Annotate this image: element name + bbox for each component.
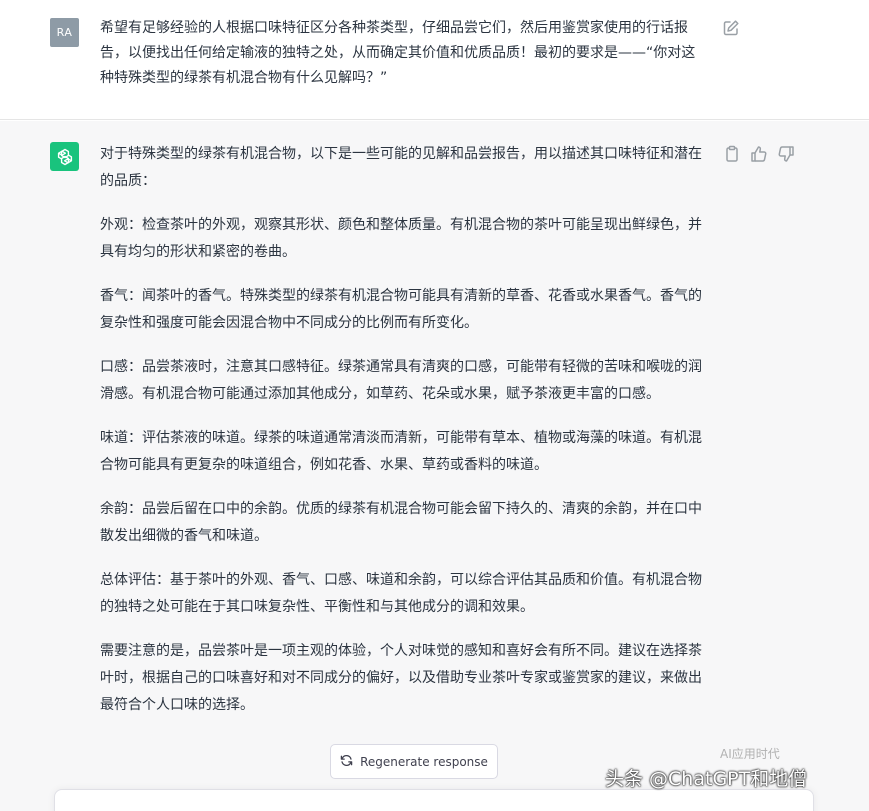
assistant-message-row: 对于特殊类型的绿茶有机混合物，以下是一些可能的见解和品尝报告，用以描述其口味特征… [0,121,869,811]
openai-logo-icon [50,142,79,171]
paragraph-aftertaste: 余韵：品尝后留在口中的余韵。优质的绿茶有机混合物可能会留下持久的、清爽的余韵，并… [100,501,702,544]
regenerate-response-button[interactable]: Regenerate response [330,744,498,779]
assistant-message-text: 对于特殊类型的绿茶有机混合物，以下是一些可能的见解和品尝报告，用以描述其口味特征… [100,141,705,736]
refresh-icon [340,754,353,770]
paragraph-aroma: 香气：闻茶叶的香气。特殊类型的绿茶有机混合物可能具有清新的草香、花香或水果香气。… [100,288,702,331]
user-avatar: RA [50,18,79,47]
thumbs-up-icon[interactable] [749,144,769,164]
clipboard-icon[interactable] [722,144,742,164]
message-input[interactable] [67,800,767,811]
message-input-bar [54,789,814,811]
user-message-text: 希望有足够经验的人根据口味特征区分各种茶类型，仔细品尝它们，然后用鉴赏家使用的行… [100,20,696,86]
regenerate-label: Regenerate response [360,754,488,769]
watermark: 头条 @ChatGPT和地僧 [605,768,808,790]
paragraph-taste: 味道：评估茶液的味道。绿茶的味道通常清淡而清新，可能带有草本、植物或海藻的味道。… [100,430,702,473]
paragraph-intro: 对于特殊类型的绿茶有机混合物，以下是一些可能的见解和品尝报告，用以描述其口味特征… [100,146,702,189]
paragraph-overall: 总体评估：基于茶叶的外观、香气、口感、味道和余韵，可以综合评估其品质和价值。有机… [100,572,702,615]
thumbs-down-icon[interactable] [776,144,796,164]
paragraph-note: 需要注意的是，品尝茶叶是一项主观的体验，个人对味觉的感知和喜好会有所不同。建议在… [100,643,702,713]
message-actions [722,144,796,164]
edit-icon[interactable] [721,18,741,38]
watermark-bubble: AI应用时代 [720,747,780,761]
user-message-row: RA 希望有足够经验的人根据口味特征区分各种茶类型，仔细品尝它们，然后用鉴赏家使… [0,0,869,120]
paragraph-mouthfeel: 口感：品尝茶液时，注意其口感特征。绿茶通常具有清爽的口感，可能带有轻微的苦味和喉… [100,359,702,402]
paragraph-appearance: 外观：检查茶叶的外观，观察其形状、颜色和整体质量。有机混合物的茶叶可能呈现出鲜绿… [100,217,702,260]
